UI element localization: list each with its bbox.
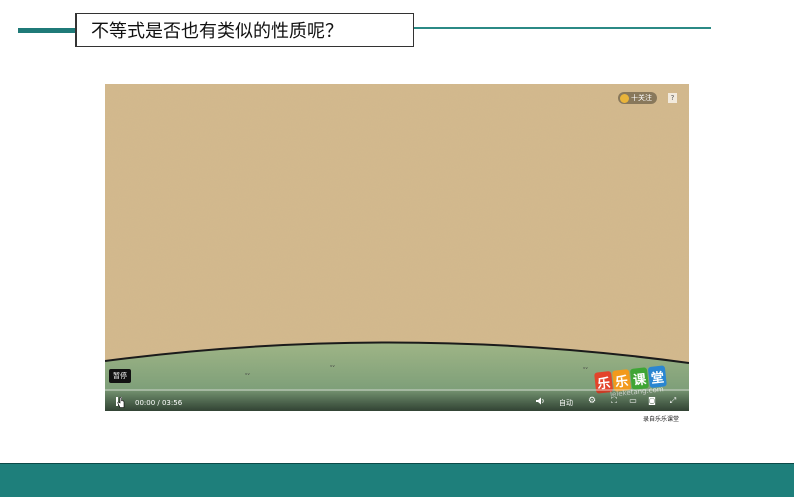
cursor-hand-icon bbox=[117, 397, 125, 408]
quality-selector[interactable]: 自动 bbox=[559, 398, 573, 408]
screenshot-icon[interactable]: ◙ bbox=[647, 396, 657, 405]
title-rule bbox=[414, 27, 711, 29]
avatar bbox=[620, 93, 629, 103]
control-bar: 00:00 / 03:56 自动 ⚙ ⛶ ▭ ◙ ⤢ bbox=[105, 389, 689, 411]
source-caption: 录自乐乐课堂 bbox=[643, 416, 680, 423]
video-player[interactable]: ᵥᵥ ᵥᵥ ᵥᵥ 十关注 ? 乐 乐 课 堂 leleketang.com 暂停… bbox=[105, 84, 689, 411]
follow-label: 十关注 bbox=[631, 94, 652, 102]
help-button[interactable]: ? bbox=[668, 93, 677, 103]
footer-bar bbox=[0, 463, 794, 497]
pause-tooltip: 暂停 bbox=[109, 369, 131, 383]
logo-char: 堂 bbox=[647, 365, 667, 389]
volume-icon[interactable] bbox=[535, 396, 545, 406]
danmaku-off-icon[interactable]: ⛶ bbox=[609, 396, 619, 405]
svg-text:ᵥᵥ: ᵥᵥ bbox=[330, 362, 336, 369]
time-display: 00:00 / 03:56 bbox=[135, 399, 183, 407]
svg-text:ᵥᵥ: ᵥᵥ bbox=[245, 370, 251, 377]
slide-title: 不等式是否也有类似的性质呢？ bbox=[75, 13, 414, 47]
svg-text:ᵥᵥ: ᵥᵥ bbox=[583, 364, 589, 371]
title-accent-bar bbox=[18, 28, 78, 33]
follow-button[interactable]: 十关注 bbox=[618, 92, 657, 104]
gear-icon[interactable]: ⚙ bbox=[588, 396, 596, 406]
fullscreen-icon[interactable]: ⤢ bbox=[668, 396, 678, 405]
progress-bar[interactable] bbox=[105, 389, 689, 391]
widescreen-icon[interactable]: ▭ bbox=[628, 396, 638, 405]
